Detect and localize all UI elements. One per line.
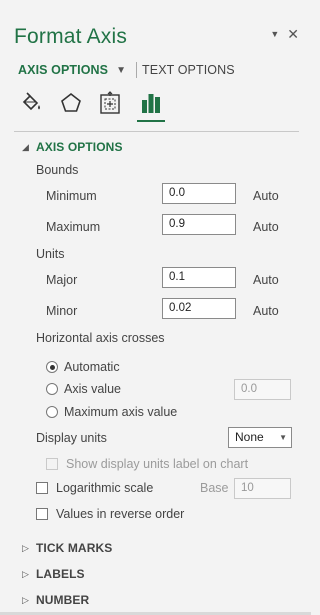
- close-icon[interactable]: ✕: [287, 27, 299, 41]
- display-units-label: Display units: [36, 431, 107, 445]
- section-tick-marks[interactable]: ▷ TICK MARKS: [22, 541, 112, 555]
- reverse-order-checkbox[interactable]: Values in reverse order: [36, 507, 184, 521]
- checkbox[interactable]: [46, 458, 58, 470]
- horizontal-axis-crosses-label: Horizontal axis crosses: [36, 331, 165, 345]
- minimum-label: Minimum: [46, 189, 97, 203]
- minor-auto-button[interactable]: Auto: [253, 304, 279, 318]
- base-label: Base: [200, 481, 229, 495]
- title-controls: ▼ ✕: [270, 27, 299, 41]
- minimum-auto-button[interactable]: Auto: [253, 189, 279, 203]
- tab-axis-options[interactable]: AXIS OPTIONS: [18, 63, 108, 77]
- radio-maximum-axis-value[interactable]: Maximum axis value: [46, 405, 177, 419]
- minimum-input[interactable]: 0.0: [162, 183, 236, 204]
- format-axis-pane: Format Axis ▼ ✕ AXIS OPTIONS ▼ TEXT OPTI…: [0, 0, 311, 615]
- collapsed-triangle-icon: ▷: [22, 542, 29, 553]
- maximum-input[interactable]: 0.9: [162, 214, 236, 235]
- logarithmic-scale-label: Logarithmic scale: [56, 481, 154, 495]
- base-input[interactable]: 10: [234, 478, 291, 499]
- bounds-label: Bounds: [36, 163, 79, 177]
- checkbox[interactable]: [36, 482, 48, 494]
- section-labels-label: LABELS: [36, 567, 85, 581]
- collapsed-triangle-icon: ▷: [22, 568, 29, 579]
- radio-maximum-axis-value-label: Maximum axis value: [64, 405, 178, 419]
- tab-divider: [136, 62, 138, 78]
- show-display-units-checkbox[interactable]: Show display units label on chart: [46, 457, 248, 471]
- task-pane-options-icon[interactable]: ▼: [270, 27, 279, 41]
- options-tabs: AXIS OPTIONS ▼ TEXT OPTIONS: [18, 62, 235, 78]
- section-axis-options[interactable]: ◢ AXIS OPTIONS: [22, 140, 123, 154]
- radio-button[interactable]: [46, 383, 58, 395]
- radio-button-selected[interactable]: [46, 361, 58, 373]
- chevron-down-icon: ▼: [279, 433, 287, 442]
- radio-axis-value-label: Axis value: [64, 382, 121, 396]
- icons-divider: [14, 131, 299, 132]
- section-labels[interactable]: ▷ LABELS: [22, 567, 85, 581]
- radio-automatic-label: Automatic: [64, 360, 120, 374]
- logarithmic-scale-checkbox[interactable]: Logarithmic scale: [36, 481, 153, 495]
- section-tick-marks-label: TICK MARKS: [36, 541, 113, 555]
- checkbox[interactable]: [36, 508, 48, 520]
- radio-button[interactable]: [46, 406, 58, 418]
- reverse-order-label: Values in reverse order: [56, 507, 185, 521]
- tab-text-options[interactable]: TEXT OPTIONS: [142, 63, 235, 77]
- units-label: Units: [36, 247, 65, 261]
- size-properties-icon[interactable]: [97, 90, 123, 116]
- section-axis-options-label: AXIS OPTIONS: [36, 140, 123, 154]
- section-number-label: NUMBER: [36, 593, 90, 607]
- active-icon-indicator: [137, 120, 165, 122]
- effects-icon[interactable]: [58, 90, 84, 116]
- show-display-units-label: Show display units label on chart: [66, 457, 249, 471]
- display-units-value: None: [235, 430, 264, 444]
- major-input[interactable]: 0.1: [162, 267, 236, 288]
- expanded-triangle-icon: ◢: [22, 141, 29, 152]
- radio-automatic[interactable]: Automatic: [46, 360, 120, 374]
- collapsed-triangle-icon: ▷: [22, 594, 29, 605]
- maximum-auto-button[interactable]: Auto: [253, 220, 279, 234]
- pane-title: Format Axis: [14, 25, 128, 48]
- minor-input[interactable]: 0.02: [162, 298, 236, 319]
- major-label: Major: [46, 273, 78, 287]
- axis-options-icon[interactable]: [138, 90, 164, 116]
- minor-label: Minor: [46, 304, 78, 318]
- radio-axis-value[interactable]: Axis value: [46, 382, 121, 396]
- chevron-down-icon[interactable]: ▼: [116, 65, 126, 76]
- maximum-label: Maximum: [46, 220, 101, 234]
- axis-value-input[interactable]: 0.0: [234, 379, 291, 400]
- section-number[interactable]: ▷ NUMBER: [22, 593, 89, 607]
- display-units-select[interactable]: None ▼: [228, 427, 292, 448]
- fill-line-icon[interactable]: [18, 90, 44, 116]
- major-auto-button[interactable]: Auto: [253, 273, 279, 287]
